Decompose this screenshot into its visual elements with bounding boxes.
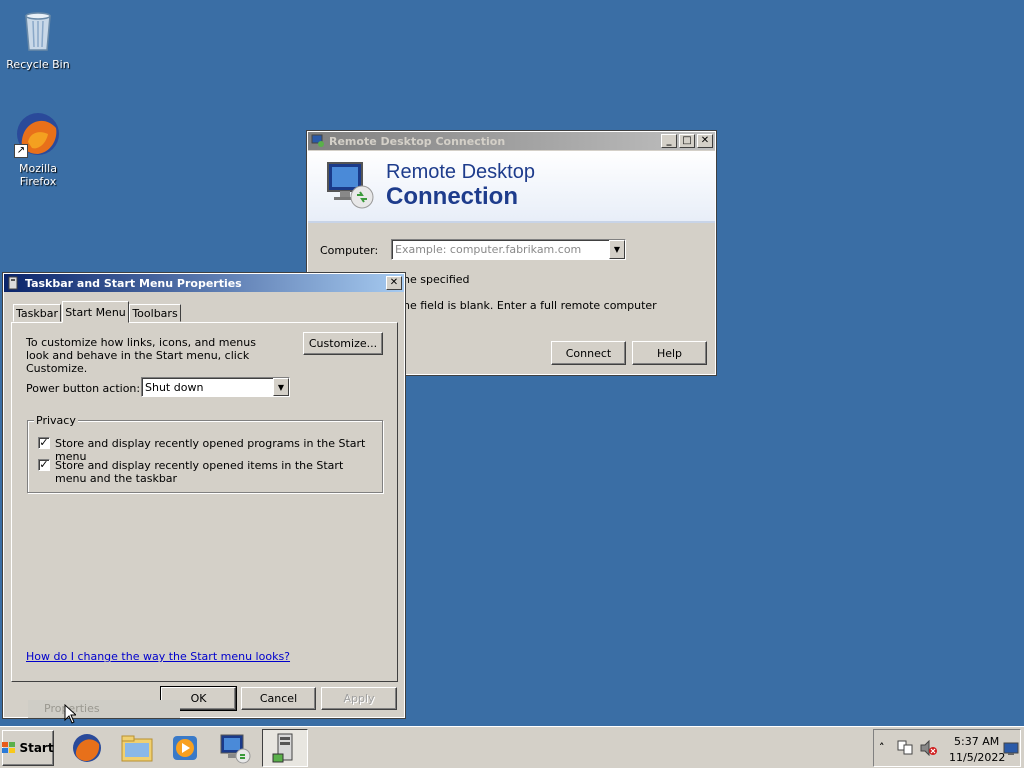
context-menu-ghost-item: Properties bbox=[28, 700, 180, 718]
chevron-down-icon[interactable]: ▼ bbox=[609, 240, 625, 259]
taskbar: Start ˄ 5:37 AM 11/5/2022 bbox=[0, 726, 1024, 768]
tab-toolbars[interactable]: Toolbars bbox=[129, 304, 181, 322]
desktop-icon-firefox[interactable]: ↗ Mozilla Firefox bbox=[0, 110, 76, 188]
remote-desktop-icon bbox=[220, 734, 251, 764]
taskbar-remote-desktop[interactable] bbox=[212, 729, 258, 767]
tray-expand-icon[interactable]: ˄ bbox=[879, 741, 885, 754]
computer-input[interactable]: Example: computer.fabrikam.com bbox=[392, 243, 609, 256]
system-tray: ˄ 5:37 AM 11/5/2022 bbox=[873, 729, 1021, 767]
privacy-group: Privacy ✓ Store and display recently ope… bbox=[27, 414, 383, 493]
chevron-down-icon[interactable]: ▼ bbox=[273, 378, 289, 396]
window-title: Remote Desktop Connection bbox=[329, 134, 506, 148]
clock-time[interactable]: 5:37 AM bbox=[954, 735, 999, 748]
desktop-icon-recycle-bin[interactable]: Recycle Bin bbox=[0, 6, 76, 71]
minimize-button[interactable]: _ bbox=[661, 134, 677, 148]
taskbar-properties-icon bbox=[272, 733, 293, 763]
speaker-muted-icon[interactable] bbox=[920, 739, 938, 759]
power-button-value: Shut down bbox=[145, 380, 204, 394]
recent-items-label[interactable]: Store and display recently opened items … bbox=[55, 459, 365, 485]
desktop-icon-label: Mozilla Firefox bbox=[19, 162, 57, 188]
taskbar-explorer[interactable] bbox=[114, 729, 160, 767]
recycle-bin-icon bbox=[14, 6, 62, 54]
tab-start-menu[interactable]: Start Menu bbox=[62, 301, 129, 323]
firefox-icon: ↗ bbox=[14, 110, 62, 158]
maximize-button[interactable]: □ bbox=[679, 134, 695, 148]
clock-date[interactable]: 11/5/2022 bbox=[949, 751, 1005, 764]
computer-label: Computer: bbox=[320, 244, 379, 257]
customize-button[interactable]: Customize... bbox=[303, 332, 383, 355]
info-text-line2: he field is blank. Enter a full remote c… bbox=[403, 299, 657, 312]
banner-title-line2: Connection bbox=[386, 183, 518, 210]
window-title: Taskbar and Start Menu Properties bbox=[25, 276, 242, 290]
folder-icon bbox=[121, 735, 153, 762]
power-button-label: Power button action: bbox=[26, 382, 141, 395]
media-player-icon bbox=[173, 736, 197, 760]
power-button-combobox[interactable]: Shut down ▼ bbox=[141, 377, 290, 397]
firefox-icon bbox=[73, 734, 101, 762]
desktop-icon-label: Recycle Bin bbox=[6, 58, 70, 71]
network-icon[interactable] bbox=[896, 740, 914, 759]
info-text-line1: he specified bbox=[403, 273, 470, 286]
remote-desktop-title-bar[interactable]: Remote Desktop Connection _ □ ✕ bbox=[308, 132, 715, 150]
start-button[interactable]: Start bbox=[2, 730, 54, 766]
taskbar-properties-window: Taskbar and Start Menu Properties ✕ Task… bbox=[2, 272, 406, 719]
rdc-banner: Remote Desktop Connection bbox=[308, 151, 715, 223]
taskbar-media-player[interactable] bbox=[162, 729, 208, 767]
show-desktop-icon[interactable] bbox=[1003, 742, 1019, 759]
windows-logo-icon bbox=[2, 742, 16, 754]
tab-panel: To customize how links, icons, and menus… bbox=[11, 322, 398, 682]
close-button[interactable]: ✕ bbox=[697, 134, 713, 148]
taskbar-properties[interactable] bbox=[262, 729, 308, 767]
banner-title-line1: Remote Desktop bbox=[386, 161, 535, 183]
start-label: Start bbox=[19, 741, 54, 755]
taskbar-firefox[interactable] bbox=[64, 729, 110, 767]
cancel-button[interactable]: Cancel bbox=[241, 687, 316, 710]
taskbar-properties-small-icon bbox=[7, 276, 21, 290]
recent-items-checkbox[interactable]: ✓ bbox=[38, 459, 50, 471]
tab-taskbar[interactable]: Taskbar bbox=[13, 304, 61, 322]
connect-button[interactable]: Connect bbox=[551, 341, 626, 365]
close-button[interactable]: ✕ bbox=[386, 276, 402, 290]
recent-programs-checkbox[interactable]: ✓ bbox=[38, 437, 50, 449]
apply-button: Apply bbox=[321, 687, 397, 710]
help-button[interactable]: Help bbox=[632, 341, 707, 365]
remote-desktop-logo-icon bbox=[324, 159, 376, 211]
intro-text: To customize how links, icons, and menus… bbox=[26, 336, 256, 375]
computer-combobox[interactable]: Example: computer.fabrikam.com ▼ bbox=[391, 239, 626, 260]
mouse-cursor-icon bbox=[64, 703, 78, 724]
taskbar-properties-title-bar[interactable]: Taskbar and Start Menu Properties ✕ bbox=[4, 274, 404, 292]
help-link[interactable]: How do I change the way the Start menu l… bbox=[26, 650, 290, 663]
privacy-group-label: Privacy bbox=[34, 414, 78, 427]
remote-desktop-small-icon bbox=[311, 134, 325, 148]
